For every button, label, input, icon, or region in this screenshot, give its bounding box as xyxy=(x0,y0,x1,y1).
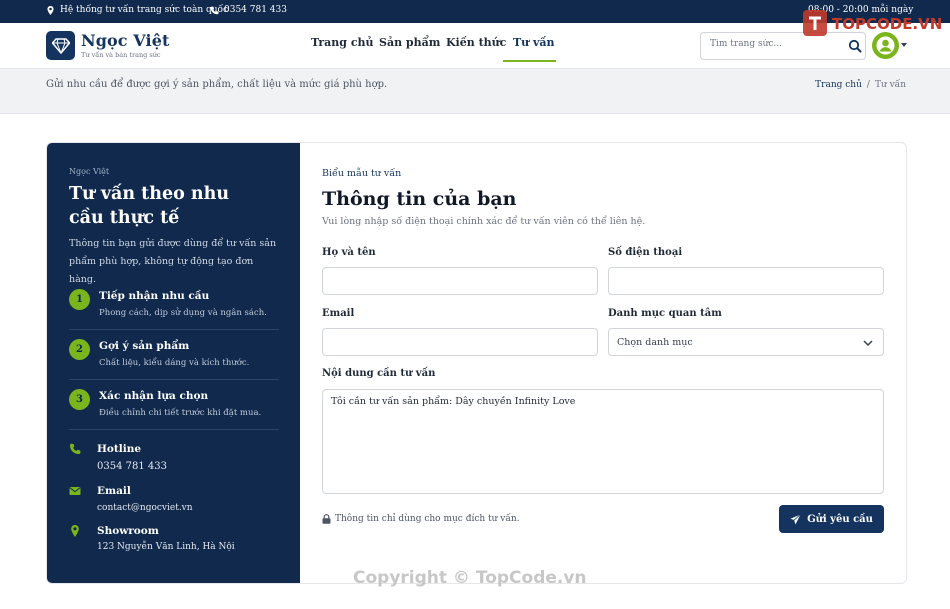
logo[interactable] xyxy=(46,31,75,60)
breadcrumb: Trang chủ / Tư vấn xyxy=(815,80,906,90)
category-selected-value: Chọn danh mục xyxy=(617,337,693,348)
consultation-card: Ngọc Việt Tư vấn theo nhu cầu thực tế Th… xyxy=(46,142,907,584)
contact-value: 123 Nguyễn Văn Linh, Hà Nội xyxy=(97,542,235,552)
step-item: 3 Xác nhận lựa chọn Điều chỉnh chi tiết … xyxy=(69,389,279,437)
sidebar-title: Tư vấn theo nhu cầu thực tế xyxy=(69,184,230,228)
contact-value[interactable]: contact@ngocviet.vn xyxy=(97,503,193,513)
search-icon[interactable] xyxy=(848,39,862,53)
step-divider xyxy=(69,379,279,380)
step-description: Điều chỉnh chi tiết trước khi đặt mua. xyxy=(99,408,262,418)
form-eyebrow: Biểu mẫu tư vấn xyxy=(322,168,402,179)
phone-field[interactable] xyxy=(608,267,884,295)
consultation-form: Biểu mẫu tư vấn Thông tin của bạn Vui lò… xyxy=(322,143,906,583)
step-description: Phong cách, dịp sử dụng và ngân sách. xyxy=(99,308,267,318)
chevron-down-icon xyxy=(863,340,873,347)
breadcrumb-current: Tư vấn xyxy=(874,80,906,90)
nav-products[interactable]: Sản phẩm xyxy=(379,36,440,49)
email-label: Email xyxy=(322,308,355,319)
step-item: 2 Gợi ý sản phẩm Chất liệu, kiểu dáng và… xyxy=(69,339,279,387)
step-divider xyxy=(69,329,279,330)
contact-title: Hotline xyxy=(97,443,142,455)
map-pin-icon xyxy=(71,525,79,537)
step-title: Tiếp nhận nhu cầu xyxy=(99,290,210,302)
watermark-copyright: Copyright © TopCode.vn xyxy=(353,568,587,588)
step-number: 1 xyxy=(69,289,90,310)
watermark-logo-text: TOPCODE.VN xyxy=(832,15,943,33)
name-label: Họ và tên xyxy=(322,247,376,258)
message-label: Nội dung cần tư vấn xyxy=(322,368,436,379)
info-sidebar: Ngọc Việt Tư vấn theo nhu cầu thực tế Th… xyxy=(47,143,300,583)
privacy-note-text: Thông tin chỉ dùng cho mục đích tư vấn. xyxy=(335,514,520,524)
submit-button-label: Gửi yêu cầu xyxy=(807,513,873,525)
contact-title: Email xyxy=(97,485,131,497)
sidebar-brand: Ngọc Việt xyxy=(69,167,110,176)
step-number: 3 xyxy=(69,389,90,410)
message-textarea[interactable]: Tôi cần tư vấn sản phẩm: Dây chuyền Infi… xyxy=(322,389,884,494)
nav-knowledge[interactable]: Kiến thức xyxy=(446,36,506,49)
category-label: Danh mục quan tâm xyxy=(608,308,722,319)
category-select[interactable]: Chọn danh mục xyxy=(608,328,884,356)
step-title: Xác nhận lựa chọn xyxy=(99,390,209,402)
sidebar-description: Thông tin bạn gửi được dùng để tư vấn sả… xyxy=(69,238,277,285)
phone-icon xyxy=(210,5,219,14)
step-number: 2 xyxy=(69,339,90,360)
form-title: Thông tin của bạn xyxy=(322,188,517,210)
topbar-tagline-item: Hệ thống tư vấn trang sức toàn quốc xyxy=(46,5,228,15)
topbar-phone-item[interactable]: 0354 781 433 xyxy=(210,5,287,15)
step-item: 1 Tiếp nhận nhu cầu Phong cách, dịp sử d… xyxy=(69,289,279,337)
map-pin-icon xyxy=(47,5,54,15)
privacy-note: Thông tin chỉ dùng cho mục đích tư vấn. xyxy=(322,514,520,524)
diamond-icon xyxy=(51,37,70,54)
submit-button[interactable]: Gửi yêu cầu xyxy=(779,505,884,533)
step-divider xyxy=(69,429,279,430)
breadcrumb-home[interactable]: Trang chủ xyxy=(815,80,862,90)
topbar-phone[interactable]: 0354 781 433 xyxy=(224,5,287,15)
step-title: Gợi ý sản phẩm xyxy=(99,340,190,352)
name-field[interactable] xyxy=(322,267,598,295)
brand-tagline: Tư vấn và bán trang sức xyxy=(81,51,161,59)
nav-active-indicator xyxy=(503,60,556,62)
page-subtitle: Gửi nhu cầu để được gợi ý sản phẩm, chất… xyxy=(46,79,388,90)
breadcrumb-separator: / xyxy=(866,80,870,90)
lock-icon xyxy=(322,514,331,524)
search-input[interactable] xyxy=(710,39,835,49)
brand-name[interactable]: Ngọc Việt xyxy=(81,31,169,50)
nav-consult[interactable]: Tư vấn xyxy=(513,36,555,49)
contact-title: Showroom xyxy=(97,525,159,537)
envelope-icon xyxy=(69,487,81,495)
contact-value[interactable]: 0354 781 433 xyxy=(97,461,167,472)
email-field[interactable] xyxy=(322,328,598,356)
page-header: Gửi nhu cầu để được gợi ý sản phẩm, chất… xyxy=(0,69,950,114)
nav-home[interactable]: Trang chủ xyxy=(311,36,374,49)
chevron-down-icon[interactable] xyxy=(901,43,907,47)
topbar-tagline: Hệ thống tư vấn trang sức toàn quốc xyxy=(60,5,229,15)
send-icon xyxy=(790,513,801,525)
form-subtitle: Vui lòng nhập số điện thoại chính xác để… xyxy=(322,216,646,227)
step-description: Chất liệu, kiểu dáng và kích thước. xyxy=(99,358,250,368)
phone-icon xyxy=(69,443,81,455)
phone-label: Số điện thoại xyxy=(608,247,683,258)
